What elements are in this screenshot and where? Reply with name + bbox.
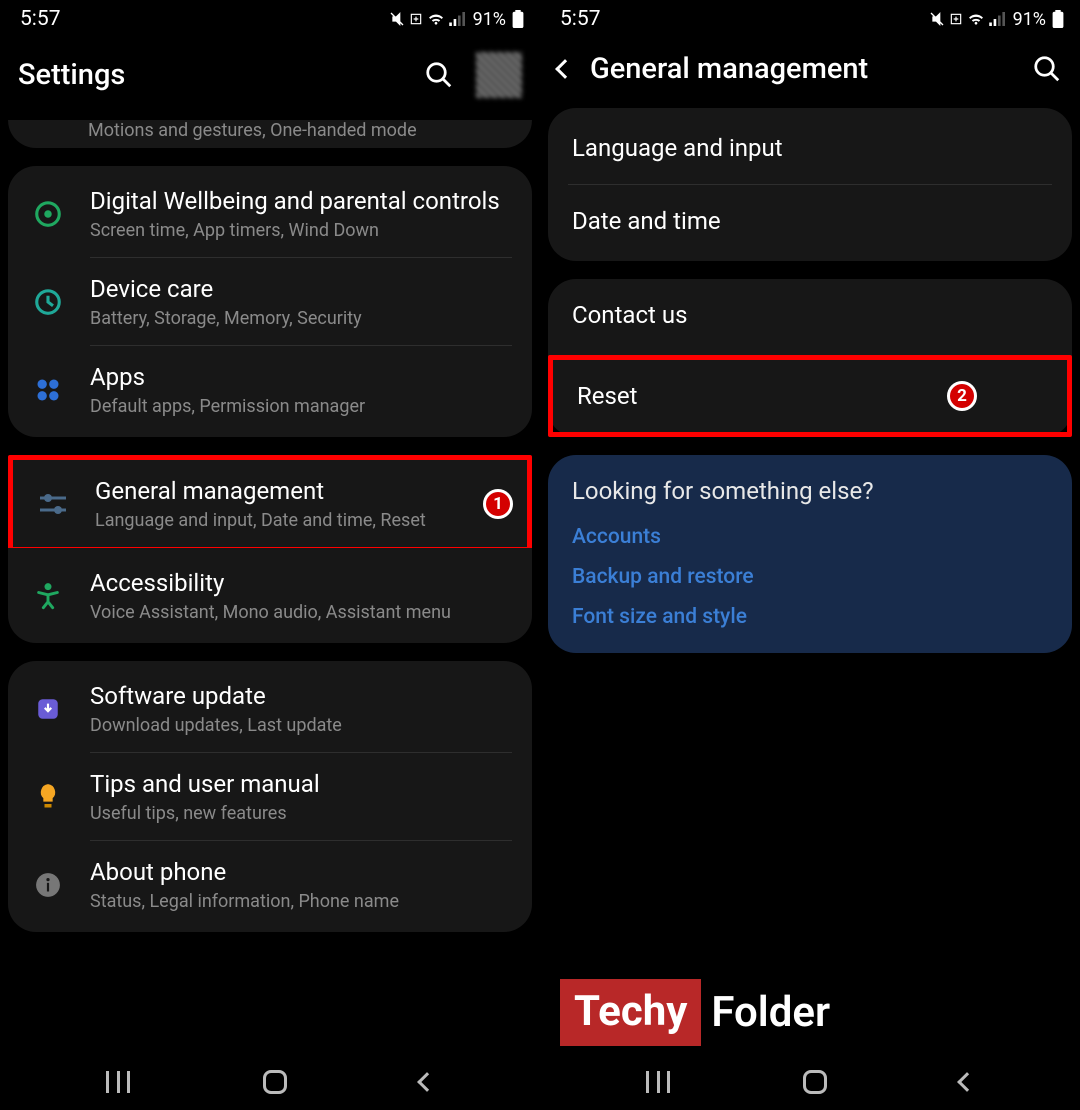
suggestions-panel: Looking for something else? Accounts Bac… [548, 455, 1072, 653]
update-icon [35, 696, 61, 722]
data-saver-icon [409, 12, 423, 26]
settings-item-about-phone[interactable]: About phoneStatus, Legal information, Ph… [8, 841, 532, 928]
suggest-link-font[interactable]: Font size and style [572, 605, 1048, 629]
settings-item-software-update[interactable]: Software updateDownload updates, Last up… [8, 665, 532, 752]
signal-icon [449, 12, 467, 26]
mute-icon [929, 11, 945, 27]
status-icons: 91% [389, 9, 524, 30]
suggest-link-accounts[interactable]: Accounts [572, 525, 1048, 549]
settings-header: Settings [0, 38, 540, 120]
status-bar: 5:57 91% [0, 0, 540, 38]
mute-icon [389, 11, 405, 27]
phone-settings: 5:57 91% Settings Motions and gestures, … [0, 0, 540, 1110]
settings-group-1: Digital Wellbeing and parental controlsS… [8, 166, 532, 437]
phone-general-management: 5:57 91% General management Language and… [540, 0, 1080, 1110]
apps-icon [34, 376, 62, 404]
page-title: Settings [18, 58, 125, 92]
gm-item-datetime[interactable]: Date and time [548, 185, 1072, 257]
settings-item-general-highlight: General managementLanguage and input, Da… [8, 455, 532, 552]
battery-icon [512, 10, 524, 28]
nav-back[interactable] [957, 1072, 977, 1092]
gm-group-2: Contact us Reset 2 [548, 279, 1072, 437]
nav-recent[interactable] [106, 1071, 130, 1093]
info-icon [35, 872, 61, 898]
nav-back[interactable] [417, 1072, 437, 1092]
device-care-icon [33, 287, 63, 317]
settings-item-advanced-features[interactable]: Motions and gestures, One-handed mode [8, 120, 532, 148]
clock: 5:57 [20, 7, 61, 31]
nav-recent[interactable] [646, 1071, 670, 1093]
gm-header: General management [540, 38, 1080, 108]
avatar[interactable] [476, 52, 522, 98]
nav-bar [0, 1054, 540, 1110]
suggestions-title: Looking for something else? [572, 477, 1048, 505]
settings-item-tips[interactable]: Tips and user manualUseful tips, new fea… [8, 753, 532, 840]
sliders-icon [38, 492, 68, 516]
nav-home[interactable] [263, 1070, 287, 1094]
wifi-icon [967, 12, 985, 26]
gm-item-language[interactable]: Language and input [548, 112, 1072, 184]
battery-percent: 91% [473, 9, 506, 30]
settings-group-2: AccessibilityVoice Assistant, Mono audio… [8, 548, 532, 643]
gm-item-reset[interactable]: Reset 2 [553, 360, 1067, 432]
settings-group-3: Software updateDownload updates, Last up… [8, 661, 532, 932]
data-saver-icon [949, 12, 963, 26]
bulb-icon [37, 783, 59, 811]
gm-item-contact-us[interactable]: Contact us [548, 279, 1072, 351]
accessibility-icon [34, 582, 62, 610]
settings-item-device-care[interactable]: Device careBattery, Storage, Memory, Sec… [8, 258, 532, 345]
page-title: General management [590, 52, 868, 86]
search-icon[interactable] [424, 60, 454, 90]
settings-item-accessibility[interactable]: AccessibilityVoice Assistant, Mono audio… [8, 552, 532, 639]
watermark: Techy Folder [560, 979, 830, 1046]
wellbeing-icon [33, 199, 63, 229]
search-icon[interactable] [1032, 54, 1062, 84]
step-badge-1: 1 [483, 489, 513, 519]
status-bar: 5:57 91% [540, 0, 1080, 38]
signal-icon [989, 12, 1007, 26]
battery-percent: 91% [1013, 9, 1046, 30]
nav-bar [540, 1054, 1080, 1110]
battery-icon [1052, 10, 1064, 28]
nav-home[interactable] [803, 1070, 827, 1094]
settings-item-general[interactable]: General managementLanguage and input, Da… [13, 460, 527, 547]
gm-group-1: Language and input Date and time [548, 108, 1072, 261]
settings-item-apps[interactable]: AppsDefault apps, Permission manager [8, 346, 532, 433]
settings-item-wellbeing[interactable]: Digital Wellbeing and parental controlsS… [8, 170, 532, 257]
suggest-link-backup[interactable]: Backup and restore [572, 565, 1048, 589]
clock: 5:57 [560, 7, 601, 31]
wifi-icon [427, 12, 445, 26]
status-icons: 91% [929, 9, 1064, 30]
back-icon[interactable] [555, 59, 575, 79]
step-badge-2: 2 [947, 381, 977, 411]
